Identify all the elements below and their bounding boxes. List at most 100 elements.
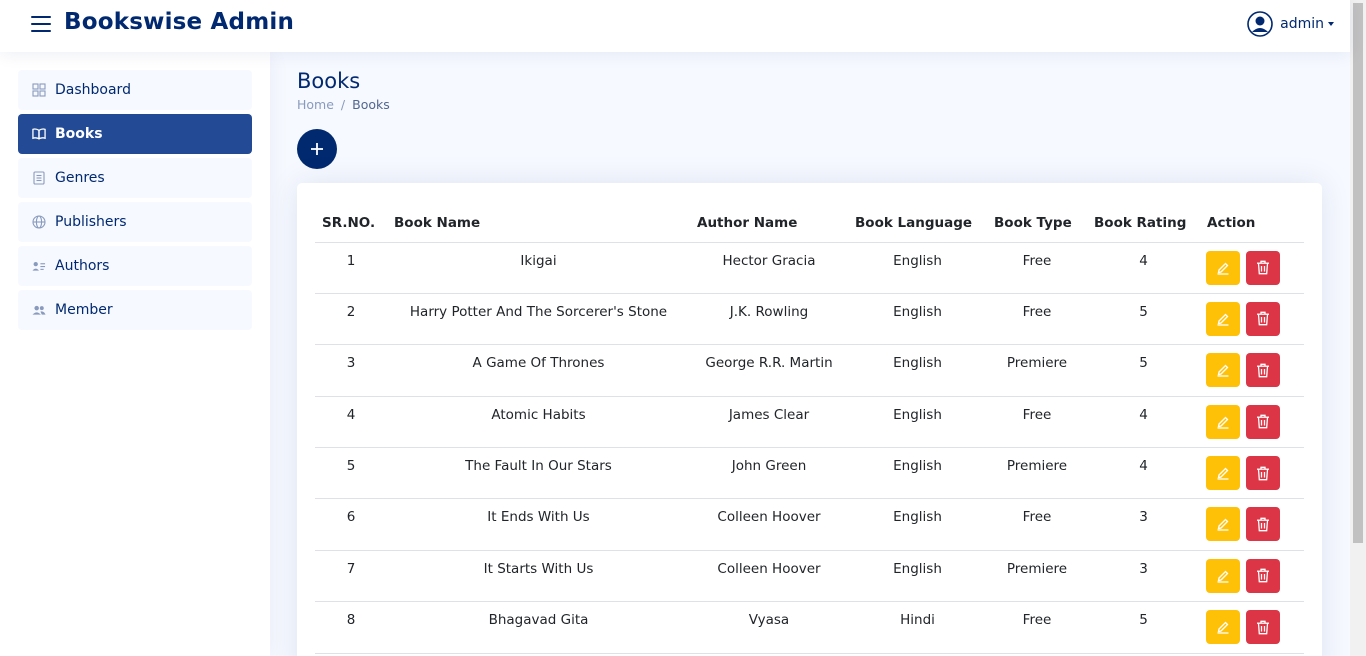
sidebar-item-genres[interactable]: Genres [18,158,252,198]
table-row: 4 Atomic Habits James Clear English Free 4 [315,396,1304,449]
delete-button[interactable] [1246,507,1280,542]
column-header-book-type[interactable]: Book Type [987,204,1087,243]
sidebar-item-label: Publishers [55,214,127,230]
edit-button[interactable] [1206,507,1240,542]
edit-button[interactable] [1206,610,1240,645]
book-open-icon [32,127,46,141]
sidebar-item-authors[interactable]: Authors [18,246,252,286]
rating-cell: 3 [1087,550,1200,603]
menu-toggle-icon[interactable] [31,16,51,34]
book-type-cell: Free [987,242,1087,294]
trash-icon [1257,260,1269,275]
rating-cell: 5 [1087,293,1200,346]
user-avatar-icon [1247,11,1273,37]
column-header-action: Action [1200,204,1304,243]
delete-button[interactable] [1246,250,1280,285]
column-header-book-language[interactable]: Book Language [848,204,987,243]
breadcrumb: Home / Books [297,97,390,112]
rating-cell: 3 [1087,498,1200,551]
person-lines-icon [32,259,46,273]
rating-cell: 4 [1087,396,1200,449]
edit-button[interactable] [1206,250,1240,285]
delete-button[interactable] [1246,558,1280,593]
rating-cell: 5 [1087,601,1200,654]
sr-no-cell: 5 [315,447,387,500]
sidebar-item-publishers[interactable]: Publishers [18,202,252,242]
trash-icon [1257,466,1269,480]
delete-button[interactable] [1246,610,1280,645]
action-cell [1200,550,1304,603]
edit-button[interactable] [1206,558,1240,593]
language-cell: English [848,550,987,603]
author-name-cell: George R.R. Martin [690,344,848,397]
book-name-cell: It Ends With Us [387,498,690,551]
profile-dropdown[interactable]: admin [1247,11,1334,37]
sidebar-item-dashboard[interactable]: Dashboard [18,70,252,110]
trash-icon [1257,568,1269,583]
pencil-icon [1217,519,1229,532]
action-cell [1200,396,1304,449]
add-book-button[interactable] [297,129,337,169]
book-name-cell: Bhagavad Gita [387,601,690,654]
language-cell: English [848,293,987,346]
author-name-cell: James Clear [690,396,848,449]
language-cell: English [848,396,987,449]
delete-button[interactable] [1246,456,1280,491]
sr-no-cell: 6 [315,498,387,551]
column-header-sr-no[interactable]: SR.NO. [315,204,387,243]
book-type-cell: Premiere [987,447,1087,500]
language-cell: Hindi [848,601,987,654]
book-name-cell: Ikigai [387,242,690,294]
language-cell: English [848,344,987,397]
globe-icon [32,215,46,229]
column-header-book-name[interactable]: Book Name [387,204,690,243]
sidebar-item-label: Genres [55,170,105,186]
edit-button[interactable] [1206,301,1240,336]
pencil-icon [1217,262,1229,275]
breadcrumb-separator: / [340,97,346,112]
book-name-cell: The Fault In Our Stars [387,447,690,500]
breadcrumb-home[interactable]: Home [297,97,334,112]
profile-name: admin [1280,16,1324,32]
edit-button[interactable] [1206,456,1240,491]
delete-button[interactable] [1246,404,1280,439]
edit-button[interactable] [1206,353,1240,388]
edit-button[interactable] [1206,404,1240,439]
people-icon [32,303,46,317]
book-type-cell: Free [987,396,1087,449]
book-name-cell: Harry Potter And The Sorcerer's Stone [387,293,690,346]
sr-no-cell: 1 [315,242,387,294]
action-cell [1200,242,1304,294]
delete-button[interactable] [1246,301,1280,336]
book-name-cell: It Starts With Us [387,550,690,603]
sidebar-item-books[interactable]: Books [18,114,252,154]
sidebar-item-label: Authors [55,258,110,274]
page-title: Books [297,69,361,93]
vertical-scrollbar[interactable] [1350,0,1366,656]
action-cell [1200,498,1304,551]
column-header-author-name[interactable]: Author Name [690,204,848,243]
action-cell [1200,344,1304,397]
sidebar: Dashboard Books Genres Publishers Author… [0,52,270,656]
trash-icon [1257,363,1269,378]
action-cell [1200,601,1304,654]
column-header-book-rating[interactable]: Book Rating [1087,204,1200,243]
pencil-icon [1217,621,1229,634]
books-table-card: SR.NO. Book Name Author Name Book Langua… [297,183,1322,656]
author-name-cell: Vyasa [690,601,848,654]
table-header-row: SR.NO. Book Name Author Name Book Langua… [315,204,1304,243]
brand-logo[interactable]: Bookswise Admin [64,9,294,35]
table-row: 3A Game Of Thrones George R.R. Martin Engl… [315,344,1304,397]
sidebar-item-member[interactable]: Member [18,290,252,330]
book-type-cell: Free [987,293,1087,346]
scrollbar-thumb[interactable] [1353,3,1363,543]
author-name-cell: Hector Gracia [690,242,848,294]
delete-button[interactable] [1246,353,1280,388]
sidebar-item-label: Books [55,126,103,142]
sr-no-cell: 2 [315,293,387,346]
grid-icon [32,83,46,97]
author-name-cell: Colleen Hoover [690,550,848,603]
pencil-icon [1217,416,1229,429]
sr-no-cell: 4 [315,396,387,449]
sr-no-cell: 3 [315,344,387,397]
